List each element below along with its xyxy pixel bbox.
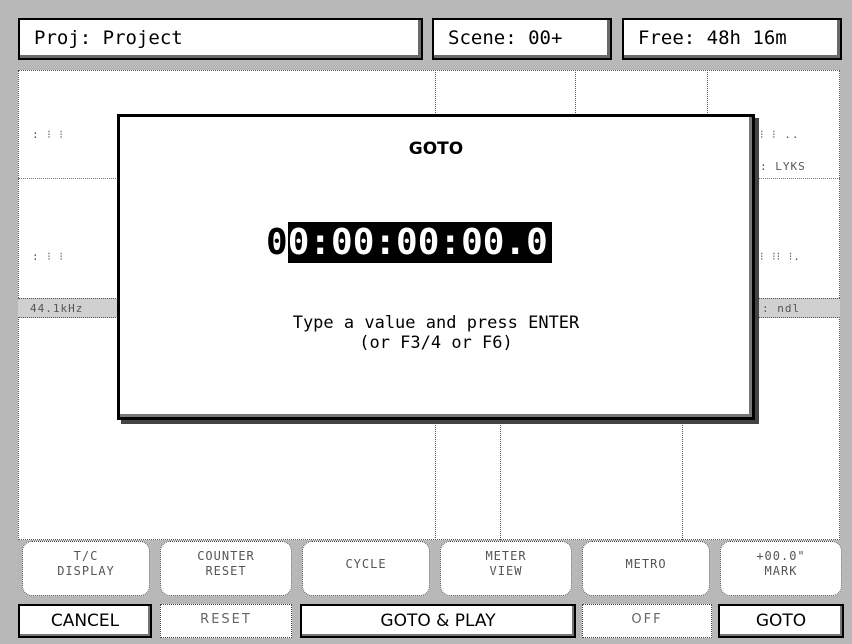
timecode-input[interactable]: 00:00:00:00.0 — [266, 222, 552, 263]
softkey-metro[interactable]: METRO — [582, 541, 710, 596]
lower-column-divider-3 — [682, 420, 683, 540]
panel-row2-right-marks: ⁝ ⁝⁝ ⁝. — [760, 250, 801, 263]
timecode-field[interactable]: 00:00:00:00.0 — [266, 221, 552, 265]
instruction-line-2: (or F3/4 or F6) — [359, 333, 513, 353]
info-bar-left: 44.1kHz — [30, 302, 84, 315]
panel-row1-right-marks: ⁝ ⁝ .. — [760, 128, 800, 141]
softkey-mark[interactable]: +00.0" MARK — [720, 541, 842, 596]
softkey-tc-display[interactable]: T/C DISPLAY — [22, 541, 150, 596]
cancel-button[interactable]: CANCEL — [18, 604, 152, 638]
off-button[interactable]: OFF — [582, 604, 712, 638]
timecode-value: 0:00:00:00.0 — [287, 222, 548, 263]
lower-column-divider-2 — [500, 420, 501, 540]
free-space-label: Free: 48h 16m — [638, 27, 787, 49]
scene-box: Scene: 00+ — [432, 18, 612, 60]
reset-button[interactable]: RESET — [160, 604, 292, 638]
dialog-title: GOTO — [408, 139, 464, 159]
project-name-box: Proj: Project — [18, 18, 423, 60]
panel-row2-left-marks: : ⁝ ⁝ — [32, 250, 64, 263]
info-bar-right: : ndl — [762, 302, 801, 315]
goto-button[interactable]: GOTO — [718, 604, 844, 638]
goto-and-play-button[interactable]: GOTO & PLAY — [300, 604, 576, 638]
softkey-cycle[interactable]: CYCLE — [302, 541, 430, 596]
lower-column-divider-1 — [435, 420, 436, 540]
panel-row1-left-marks: : ⁝ ⁝ — [32, 128, 64, 141]
panel-row1-right-label: : LYKS — [760, 160, 806, 173]
softkey-counter-reset[interactable]: COUNTER RESET — [160, 541, 292, 596]
timecode-cursor: 0 — [266, 222, 288, 263]
project-label: Proj: Project — [34, 27, 183, 49]
goto-dialog: GOTO 00:00:00:00.0 Type a value and pres… — [117, 114, 755, 420]
instruction-line-1: Type a value and press ENTER — [292, 313, 580, 333]
scene-label: Scene: 00+ — [448, 27, 563, 49]
softkey-meter-view[interactable]: METER VIEW — [440, 541, 572, 596]
free-space-box: Free: 48h 16m — [622, 18, 842, 60]
